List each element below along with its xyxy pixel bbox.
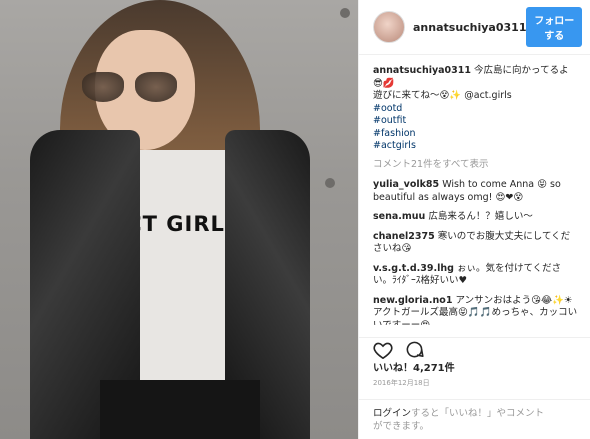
sunglasses-lens xyxy=(82,72,124,102)
post-side-panel: annatsuchiya0311 フォローする annatsuchiya0311… xyxy=(358,0,590,439)
comment-item: yulia_volk85 Wish to come Anna 😝 so beau… xyxy=(373,179,578,204)
comment-username[interactable]: chanel2375 xyxy=(373,231,435,242)
comment-item: chanel2375 寒いのでお腹大丈夫にしてくださいね😘 xyxy=(373,231,578,256)
sunglasses-lens xyxy=(135,72,177,102)
caption-username[interactable]: annatsuchiya0311 xyxy=(373,65,471,76)
comment-username[interactable]: sena.muu xyxy=(373,211,425,222)
hashtag-link[interactable]: #outfit xyxy=(373,115,578,128)
avatar[interactable] xyxy=(373,11,405,43)
post-header: annatsuchiya0311 フォローする xyxy=(359,0,590,55)
comment-username[interactable]: yulia_volk85 xyxy=(373,179,439,190)
post-date: 2016年12月18日 xyxy=(373,379,430,387)
wall-hole xyxy=(340,8,350,18)
comment-item: new.gloria.no1 アンサンおはよう😘😂✨☀アクトガールズ最高😝🎵🎵め… xyxy=(373,295,578,326)
view-all-comments-link[interactable]: コメント21件をすべて表示 xyxy=(373,159,578,172)
follow-button[interactable]: フォローする xyxy=(526,7,582,47)
hashtag-link[interactable]: #ootd xyxy=(373,103,578,116)
post-photo[interactable]: ACT GIRLS xyxy=(0,0,358,439)
login-link[interactable]: ログイン xyxy=(373,408,411,419)
header-username[interactable]: annatsuchiya0311 xyxy=(413,21,526,34)
wall-hole xyxy=(325,178,335,188)
comment-icon[interactable] xyxy=(405,340,424,359)
hashtag-link[interactable]: #fashion xyxy=(373,128,578,141)
likes-count[interactable]: いいね！4,271件 xyxy=(373,359,455,374)
caption: annatsuchiya0311 今広島に向かってるよ😎💋 遊びに来てね〜😵✨ … xyxy=(373,65,578,153)
comment-item: sena.muu 広島来るん！？嬉しい〜 xyxy=(373,211,578,224)
login-text: すると「いいね！」やコメント xyxy=(411,408,545,419)
comment-username[interactable]: new.gloria.no1 xyxy=(373,295,452,306)
comment-text: 広島来るん！？嬉しい〜 xyxy=(428,211,533,222)
comment-username[interactable]: v.s.g.t.d.39.lhg xyxy=(373,263,454,274)
caption-line2: 遊びに来てね〜😵✨ @act.girls xyxy=(373,90,512,101)
post-actions-bar xyxy=(359,337,590,361)
login-text: ができます。 xyxy=(373,421,430,432)
login-prompt: ログインすると「いいね！」やコメント ができます。 xyxy=(359,399,590,433)
comment-item: v.s.g.t.d.39.lhg ぉぃ。気を付けてください。ﾗｲﾀﾞｰｽ格好いい… xyxy=(373,263,578,288)
pants-shape xyxy=(100,380,260,439)
comments-list: annatsuchiya0311 今広島に向かってるよ😎💋 遊びに来てね〜😵✨ … xyxy=(359,55,590,325)
hashtag-link[interactable]: #actgirls xyxy=(373,140,578,153)
heart-icon[interactable] xyxy=(373,341,393,359)
